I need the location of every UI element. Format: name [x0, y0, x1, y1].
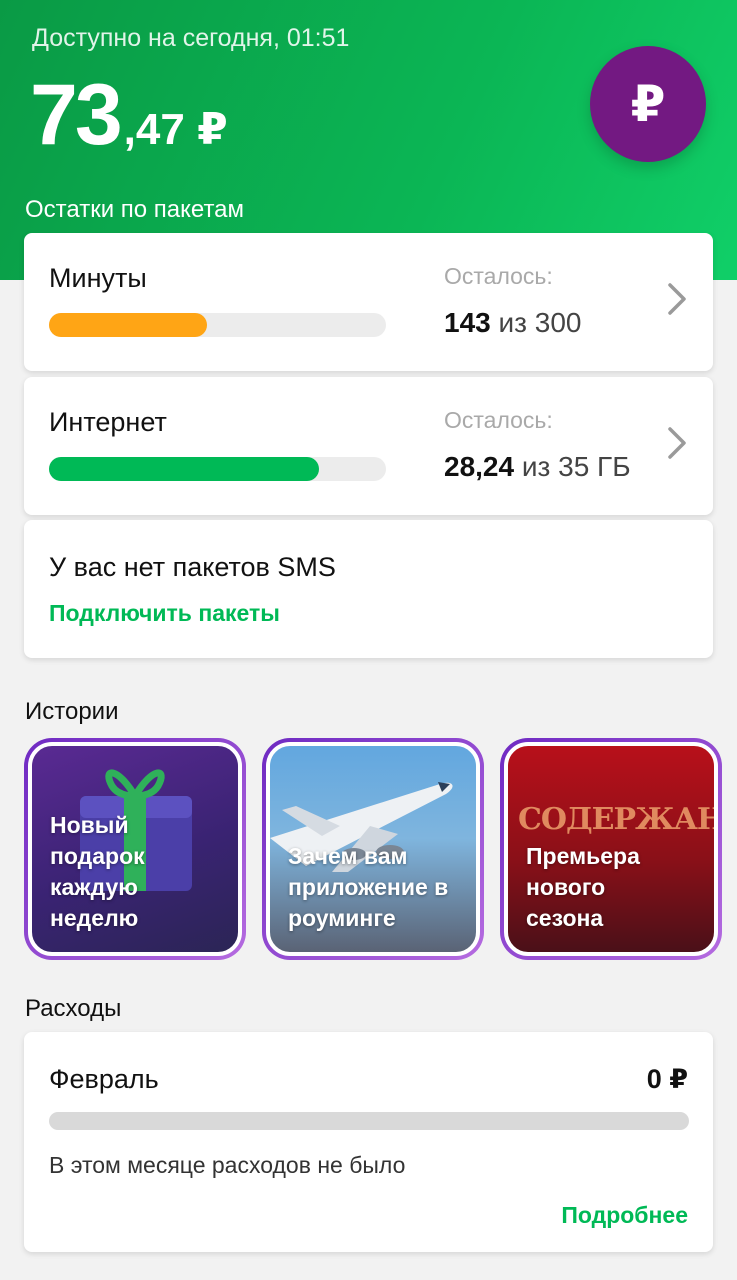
balance-integer: 73	[30, 67, 123, 163]
packages-section-title: Остатки по пакетам	[25, 196, 245, 223]
story-card-premiere[interactable]: СОДЕРЖАНКИ Премьера нового сезона	[500, 738, 722, 960]
package-progress-fill	[49, 313, 208, 337]
remain-value: 28,24 из 35 ГБ	[444, 451, 631, 483]
balance-fraction: ,47 ₽	[123, 105, 228, 154]
ruble-icon: ₽	[630, 76, 666, 132]
remain-total: из 35 ГБ	[521, 451, 631, 482]
package-card-minutes[interactable]: Минуты Осталось: 143 из 300	[24, 233, 713, 371]
remain-amount: 28,24	[444, 451, 515, 482]
package-progress	[49, 457, 386, 481]
stories-carousel[interactable]: Новый подарок каждую неделю Зачем вам пр…	[24, 738, 724, 960]
chevron-right-icon	[668, 427, 686, 459]
remain-amount: 143	[444, 307, 491, 338]
remain-total: из 300	[498, 307, 582, 338]
story-card-gift[interactable]: Новый подарок каждую неделю	[24, 738, 246, 960]
details-link[interactable]: Подробнее	[561, 1202, 688, 1229]
remain-value: 143 из 300	[444, 307, 581, 339]
sms-empty-title: У вас нет пакетов SMS	[49, 552, 336, 582]
story-image: Зачем вам приложение в роуминге	[266, 742, 480, 956]
package-name: Минуты	[49, 263, 147, 293]
expenses-card[interactable]: Февраль 0 ₽ В этом месяце расходов не бы…	[24, 1032, 713, 1252]
ruble-payment-button[interactable]: ₽	[590, 46, 706, 162]
story-card-roaming[interactable]: Зачем вам приложение в роуминге	[262, 738, 484, 960]
connect-packages-link[interactable]: Подключить пакеты	[49, 600, 280, 627]
sms-package-card: У вас нет пакетов SMS Подключить пакеты	[24, 520, 713, 658]
poster-title: СОДЕРЖАНКИ	[518, 802, 714, 837]
story-image: Новый подарок каждую неделю	[28, 742, 242, 956]
remain-label: Осталось:	[444, 263, 553, 289]
package-name: Интернет	[49, 407, 167, 437]
package-progress	[49, 313, 386, 337]
expenses-progress	[49, 1112, 689, 1130]
chevron-right-icon	[668, 283, 686, 315]
package-progress-fill	[49, 457, 319, 481]
stories-section-title: Истории	[25, 698, 119, 725]
expenses-section-title: Расходы	[25, 995, 122, 1022]
package-card-internet[interactable]: Интернет Осталось: 28,24 из 35 ГБ	[24, 377, 713, 515]
available-label: Доступно на сегодня, 01:51	[32, 24, 350, 52]
story-image: СОДЕРЖАНКИ Премьера нового сезона	[504, 742, 718, 956]
expenses-note: В этом месяце расходов не было	[49, 1152, 406, 1178]
story-caption: Премьера нового сезона	[526, 843, 640, 931]
remain-label: Осталось:	[444, 407, 553, 433]
story-caption: Зачем вам приложение в роуминге	[288, 843, 449, 931]
expenses-amount: 0 ₽	[646, 1064, 688, 1094]
story-caption: Новый подарок каждую неделю	[50, 812, 145, 931]
balance-amount[interactable]: 73 ,47 ₽	[30, 72, 228, 158]
expenses-month: Февраль	[49, 1064, 159, 1094]
